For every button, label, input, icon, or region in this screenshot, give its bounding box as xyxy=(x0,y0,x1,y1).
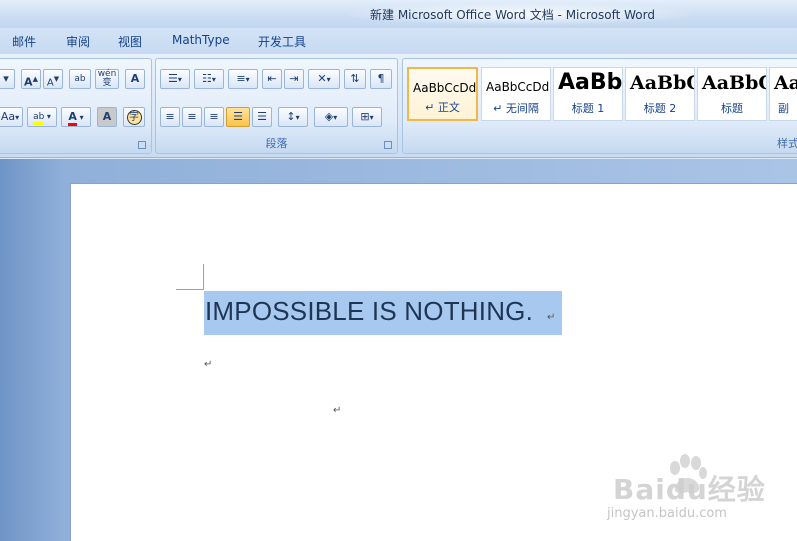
ribbon-tabs: 邮件 审阅 视图 MathType 开发工具 xyxy=(0,28,797,54)
font-color-icon: A xyxy=(68,110,77,126)
highlighter-icon: ab xyxy=(33,112,45,125)
paragraph-mark: ↵ xyxy=(333,405,342,416)
watermark-brand: Baidu经验 xyxy=(613,473,766,506)
style-normal[interactable]: AaBbCcDd ↵ 正文 xyxy=(407,67,478,121)
style-title[interactable]: AaBbC 标题 xyxy=(697,67,767,121)
clear-format-button[interactable]: ab xyxy=(69,69,91,89)
sort-icon: ⇅ xyxy=(350,72,360,85)
sort-button[interactable]: ⇅ xyxy=(344,69,366,89)
watermark-url: jingyan.baidu.com xyxy=(607,506,727,521)
grow-font-icon: A xyxy=(24,75,33,89)
justify-icon: ☰ xyxy=(233,110,243,123)
tab-mathtype[interactable]: MathType xyxy=(172,33,230,47)
paragraph-mark: ↵ xyxy=(547,312,556,323)
style-subtitle[interactable]: Aa 副 xyxy=(769,67,797,121)
bullet-list-icon: ☰ xyxy=(168,72,178,85)
enclose-chars-button[interactable]: 字 xyxy=(123,107,145,127)
enclose-chars-icon: 字 xyxy=(126,110,142,125)
document-text-line[interactable]: IMPOSSIBLE IS NOTHING. ↵ xyxy=(205,296,556,327)
align-right-icon: ≡ xyxy=(209,110,219,123)
numbering-button[interactable]: ☷▾ xyxy=(194,69,224,89)
baidu-watermark: Baidu经验 jingyan.baidu.com xyxy=(585,454,785,532)
tab-review[interactable]: 审阅 xyxy=(66,33,90,50)
chinese-layout-icon: ✕ xyxy=(317,72,327,85)
increase-indent-button[interactable]: ⇥ xyxy=(284,69,304,89)
paragraph-group: ☰▾ ☷▾ ≡▾ ⇤ ⇥ ✕▾ ⇅ ¶ ≡ ≡ ≡ ☰ ☰ ↕▾ ◈▾ ⊞▾ 段… xyxy=(155,58,398,154)
paragraph-mark-icon: ¶ xyxy=(377,72,385,85)
style-sample: AaBbCcDd xyxy=(486,80,550,94)
border-grid-icon: ⊞ xyxy=(360,110,370,123)
tab-developer[interactable]: 开发工具 xyxy=(258,33,306,50)
chinese-layout-button[interactable]: ✕▾ xyxy=(308,69,340,89)
bullets-button[interactable]: ☰▾ xyxy=(160,69,190,89)
decrease-indent-icon: ⇤ xyxy=(267,72,277,85)
decrease-indent-button[interactable]: ⇤ xyxy=(262,69,282,89)
font-group: ▾ A▲ A▼ ab wén 变 A Aa▾ ab ▾ A ▾ A 字 xyxy=(0,58,152,154)
multilevel-list-icon: ≡ xyxy=(236,72,246,85)
style-sample: AaBb xyxy=(558,70,623,95)
style-name: 标题 2 xyxy=(643,102,677,115)
paragraph-dialog-launcher[interactable] xyxy=(384,141,392,149)
style-name: ↵ 正文 xyxy=(425,101,460,114)
shrink-font-icon: A xyxy=(46,77,54,89)
highlight-button[interactable]: ab ▾ xyxy=(27,107,57,127)
numbered-list-icon: ☷ xyxy=(202,72,212,85)
style-name: 标题 xyxy=(721,102,743,115)
distributed-button[interactable]: ☰ xyxy=(252,107,272,127)
tab-mailings[interactable]: 邮件 xyxy=(12,33,36,50)
style-name: 副 xyxy=(778,102,789,115)
style-sample: AaBbC xyxy=(630,72,695,94)
grow-font-button[interactable]: A▲ xyxy=(21,69,41,89)
shrink-font-button[interactable]: A▼ xyxy=(43,69,63,89)
style-heading-1[interactable]: AaBb 标题 1 xyxy=(553,67,623,121)
ribbon: ▾ A▲ A▼ ab wén 变 A Aa▾ ab ▾ A ▾ A 字 ☰▾ ☷… xyxy=(0,54,797,158)
shading-button[interactable]: ◈▾ xyxy=(314,107,348,127)
styles-group: AaBbCcDd ↵ 正文 AaBbCcDd ↵ 无间隔 AaBb 标题 1 A… xyxy=(402,58,797,154)
change-case-button[interactable]: Aa▾ xyxy=(0,107,23,127)
show-marks-button[interactable]: ¶ xyxy=(370,69,392,89)
align-left-button[interactable]: ≡ xyxy=(160,107,180,127)
char-border-button[interactable]: A xyxy=(125,69,145,89)
justify-button[interactable]: ☰ xyxy=(226,107,250,127)
style-sample: AaBbCcDd xyxy=(413,81,477,95)
char-shading-button[interactable]: A xyxy=(97,107,117,127)
style-sample: Aa xyxy=(774,72,797,94)
chevron-down-icon: ▾ xyxy=(3,72,9,85)
char-shading-icon: A xyxy=(102,110,112,123)
align-left-icon: ≡ xyxy=(165,110,175,123)
phonetic-guide-icon: wén 变 xyxy=(97,69,117,88)
style-no-spacing[interactable]: AaBbCcDd ↵ 无间隔 xyxy=(481,67,551,121)
margin-crop-mark xyxy=(176,289,203,290)
margin-crop-mark xyxy=(203,264,204,290)
align-right-button[interactable]: ≡ xyxy=(204,107,224,127)
style-name: ↵ 无间隔 xyxy=(493,102,539,115)
increase-indent-icon: ⇥ xyxy=(289,72,299,85)
selected-text[interactable]: IMPOSSIBLE IS NOTHING. xyxy=(205,296,533,326)
style-sample: AaBbC xyxy=(702,72,767,94)
style-name: 标题 1 xyxy=(571,102,605,115)
paragraph-group-label: 段落 xyxy=(265,137,288,150)
tab-view[interactable]: 视图 xyxy=(118,33,142,50)
paint-bucket-icon: ◈ xyxy=(324,110,334,123)
multilevel-list-button[interactable]: ≡▾ xyxy=(228,69,258,89)
align-center-icon: ≡ xyxy=(187,110,197,123)
borders-button[interactable]: ⊞▾ xyxy=(352,107,382,127)
phonetic-guide-button[interactable]: wén 变 xyxy=(95,69,119,89)
window-title: 新建 Microsoft Office Word 文档 - Microsoft … xyxy=(370,8,655,22)
paragraph-mark: ↵ xyxy=(204,359,213,370)
font-size-dropdown[interactable]: ▾ xyxy=(0,69,15,89)
distributed-icon: ☰ xyxy=(257,110,267,123)
font-color-button[interactable]: A ▾ xyxy=(61,107,91,127)
title-bar: 新建 Microsoft Office Word 文档 - Microsoft … xyxy=(0,0,797,28)
font-dialog-launcher[interactable] xyxy=(138,141,146,149)
styles-group-label: 样式 xyxy=(777,137,797,150)
style-heading-2[interactable]: AaBbC 标题 2 xyxy=(625,67,695,121)
eraser-icon: ab xyxy=(74,74,86,84)
change-case-icon: Aa xyxy=(0,110,16,123)
line-spacing-icon: ↕ xyxy=(286,110,296,123)
line-spacing-button[interactable]: ↕▾ xyxy=(278,107,308,127)
char-border-icon: A xyxy=(130,72,140,85)
align-center-button[interactable]: ≡ xyxy=(182,107,202,127)
